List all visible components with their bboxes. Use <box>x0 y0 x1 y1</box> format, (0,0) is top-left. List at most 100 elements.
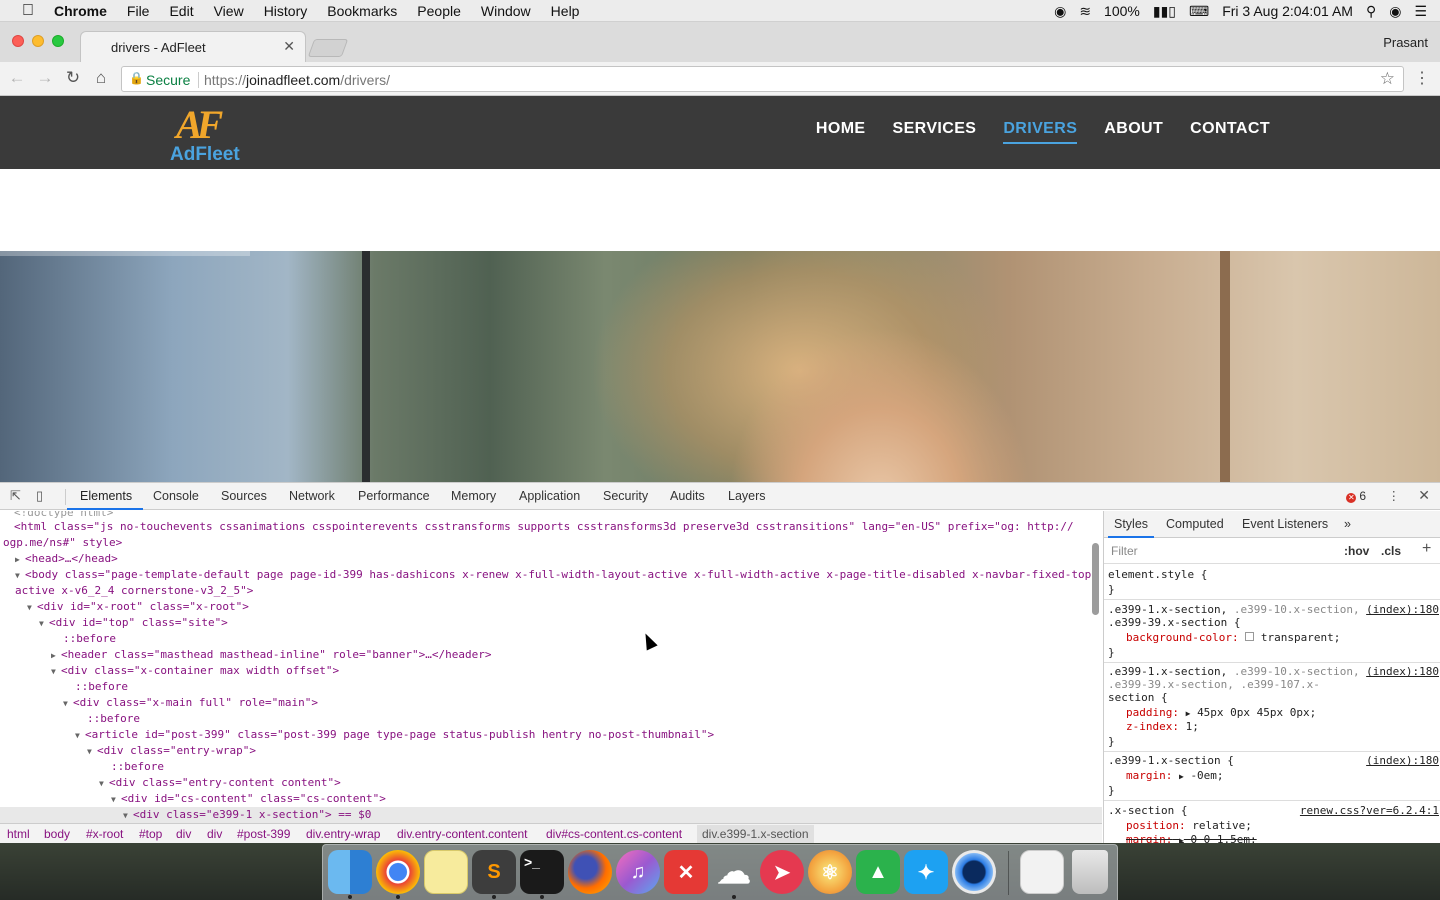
tab-performance[interactable]: Performance <box>358 489 430 503</box>
tab-application[interactable]: Application <box>519 489 580 503</box>
tab-network[interactable]: Network <box>289 489 335 503</box>
dom-tree[interactable]: <!doctype html> <html class="js no-touch… <box>0 511 1102 824</box>
menu-file[interactable]: File <box>127 3 150 19</box>
rule-declaration[interactable]: padding: ▶ 45px 0px 45px 0px; <box>1126 706 1316 719</box>
menu-window[interactable]: Window <box>481 3 531 19</box>
menu-history[interactable]: History <box>264 3 308 19</box>
dom-node-body-cont[interactable]: active x-v6_2_4 cornerstone-v3_2_5"> <box>15 583 253 599</box>
window-zoom-button[interactable] <box>52 35 64 47</box>
nav-services-link[interactable]: SERVICES <box>893 120 977 144</box>
battery-icon[interactable]: ▮▮▯ <box>1153 3 1176 20</box>
atom-icon[interactable]: ⚛ <box>808 850 852 894</box>
breadcrumb-item[interactable]: div <box>176 827 191 841</box>
window-minimize-button[interactable] <box>32 35 44 47</box>
chrome-icon[interactable] <box>376 850 420 894</box>
error-counter[interactable]: ✕ 6 <box>1346 489 1366 503</box>
breadcrumb-item[interactable]: #post-399 <box>237 827 290 841</box>
home-icon[interactable]: ⌂ <box>90 68 112 88</box>
breadcrumb-item-selected[interactable]: div.e399-1.x-section <box>697 825 814 843</box>
rule-source-link[interactable]: renew.css?ver=6.2.4:1 <box>1300 804 1439 817</box>
devtools-menu-icon[interactable]: ⋮ <box>1388 488 1401 503</box>
tab-memory[interactable]: Memory <box>451 489 496 503</box>
wifi-icon[interactable]: ≋ <box>1079 3 1091 20</box>
dom-node-selected-section[interactable]: ▼ <div class="e399-1 x-section"> == $0 <box>0 807 1102 823</box>
dom-node-body[interactable]: ▼ <body class="page-template-default page… <box>15 567 1098 583</box>
tab-event-listeners[interactable]: Event Listeners <box>1242 517 1328 531</box>
siri-icon[interactable]: ◉ <box>1389 3 1401 20</box>
tab-audits[interactable]: Audits <box>670 489 705 503</box>
collapse-triangle-icon[interactable]: ▼ <box>75 728 85 744</box>
record-icon[interactable]: ◉ <box>1054 3 1066 20</box>
breadcrumb-item[interactable]: div.entry-content.content <box>397 827 528 841</box>
breadcrumb-item[interactable]: div#cs-content.cs-content <box>546 827 682 841</box>
hover-state-toggle[interactable]: :hov <box>1344 544 1369 558</box>
url-text[interactable]: https://joinadfleet.com/drivers/ <box>204 72 390 88</box>
back-arrow-icon[interactable]: ← <box>6 68 28 88</box>
twitter-icon[interactable]: ✦ <box>904 850 948 894</box>
menu-help[interactable]: Help <box>551 3 580 19</box>
style-rule-element[interactable]: element.style { } <box>1104 566 1440 600</box>
style-rule-2[interactable]: .e399-1.x-section, .e399-10.x-section, .… <box>1104 663 1440 752</box>
dom-node-html-cont[interactable]: ogp.me/ns#" style> <box>3 535 122 551</box>
apple-logo-icon[interactable]:  <box>18 0 38 22</box>
more-tabs-icon[interactable]: » <box>1344 517 1351 531</box>
inspect-element-icon[interactable]: ⇱ <box>10 488 21 504</box>
lock-icon[interactable]: 🔒 <box>129 71 144 85</box>
color-swatch-icon[interactable] <box>1245 632 1255 641</box>
dom-node-before[interactable]: ::before <box>75 679 128 695</box>
dom-node-entry-wrap[interactable]: ▼ <div class="entry-wrap"> <box>87 743 256 759</box>
breadcrumb-item[interactable]: div.entry-wrap <box>306 827 380 841</box>
dom-node-article[interactable]: ▼ <article id="post-399" class="post-399 … <box>75 727 714 743</box>
firefox-icon[interactable] <box>568 850 612 894</box>
forward-arrow-icon[interactable]: → <box>34 68 56 88</box>
styles-filter-input[interactable]: Filter <box>1111 544 1138 558</box>
collapse-triangle-icon[interactable]: ▼ <box>51 664 61 680</box>
tab-styles[interactable]: Styles <box>1114 517 1148 531</box>
collapse-triangle-icon[interactable]: ▼ <box>63 696 73 712</box>
rule-source-link[interactable]: (index):180 <box>1366 603 1439 616</box>
finder-icon[interactable] <box>328 850 372 894</box>
menu-bookmarks[interactable]: Bookmarks <box>327 3 397 19</box>
sequel-pro-icon[interactable]: ☁ <box>712 850 756 894</box>
menu-clock[interactable]: Fri 3 Aug 2:04:01 AM <box>1222 3 1353 19</box>
devtools-close-icon[interactable]: ✕ <box>1418 487 1430 504</box>
rule-source-link[interactable]: (index):180 <box>1366 665 1439 678</box>
new-tab-button[interactable] <box>307 39 349 57</box>
style-rule-3[interactable]: .e399-1.x-section { margin: ▶ -0em; } (i… <box>1104 752 1440 801</box>
adfleet-logo[interactable]: AF AdFleet <box>170 104 242 166</box>
nav-home-link[interactable]: HOME <box>816 120 866 144</box>
collapse-triangle-icon[interactable]: ▼ <box>99 776 109 792</box>
tab-elements[interactable]: Elements <box>80 489 132 503</box>
nav-drivers-link[interactable]: DRIVERS <box>1003 120 1078 144</box>
collapse-triangle-icon[interactable]: ▼ <box>87 744 97 760</box>
tab-console[interactable]: Console <box>153 489 199 503</box>
sublime-text-icon[interactable]: S <box>472 850 516 894</box>
xmind-icon[interactable]: ✕ <box>664 850 708 894</box>
tab-security[interactable]: Security <box>603 489 648 503</box>
bookmark-star-icon[interactable]: ☆ <box>1380 69 1395 89</box>
style-rule-4[interactable]: .x-section { position: relative; margin:… <box>1104 802 1440 844</box>
menu-edit[interactable]: Edit <box>169 3 193 19</box>
collapse-triangle-icon[interactable]: ▼ <box>123 808 133 824</box>
expand-triangle-icon[interactable]: ▶ <box>15 552 25 568</box>
dom-node-x-container[interactable]: ▼ <div class="x-container max width offse… <box>51 663 339 679</box>
dom-node-cs-content[interactable]: ▼ <div id="cs-content" class="cs-content"… <box>111 791 386 807</box>
tab-computed[interactable]: Computed <box>1166 517 1224 531</box>
trash-icon[interactable] <box>1072 850 1108 894</box>
collapse-triangle-icon[interactable]: ▼ <box>111 792 121 808</box>
documents-folder-icon[interactable] <box>1020 850 1064 894</box>
dom-node-entry-content[interactable]: ▼ <div class="entry-content content"> <box>99 775 341 791</box>
collapse-triangle-icon[interactable]: ▼ <box>15 568 25 584</box>
breadcrumb-item[interactable]: div <box>207 827 222 841</box>
new-rule-plus-icon[interactable]: + <box>1422 540 1431 558</box>
spotlight-search-icon[interactable]: ⚲ <box>1366 3 1376 20</box>
rule-source-link[interactable]: (index):180 <box>1366 754 1439 767</box>
expand-triangle-icon[interactable]: ▶ <box>1186 709 1191 718</box>
dom-node-before[interactable]: ::before <box>63 631 116 647</box>
breadcrumb-item[interactable]: #top <box>139 827 162 841</box>
menu-app-name[interactable]: Chrome <box>54 3 107 19</box>
notification-center-icon[interactable]: ☰ <box>1414 3 1427 20</box>
itunes-icon[interactable]: ♫ <box>616 850 660 894</box>
rule-declaration[interactable]: margin: ▶ -0em; <box>1126 769 1224 782</box>
rule-declaration[interactable]: background-color: transparent; <box>1126 631 1340 644</box>
